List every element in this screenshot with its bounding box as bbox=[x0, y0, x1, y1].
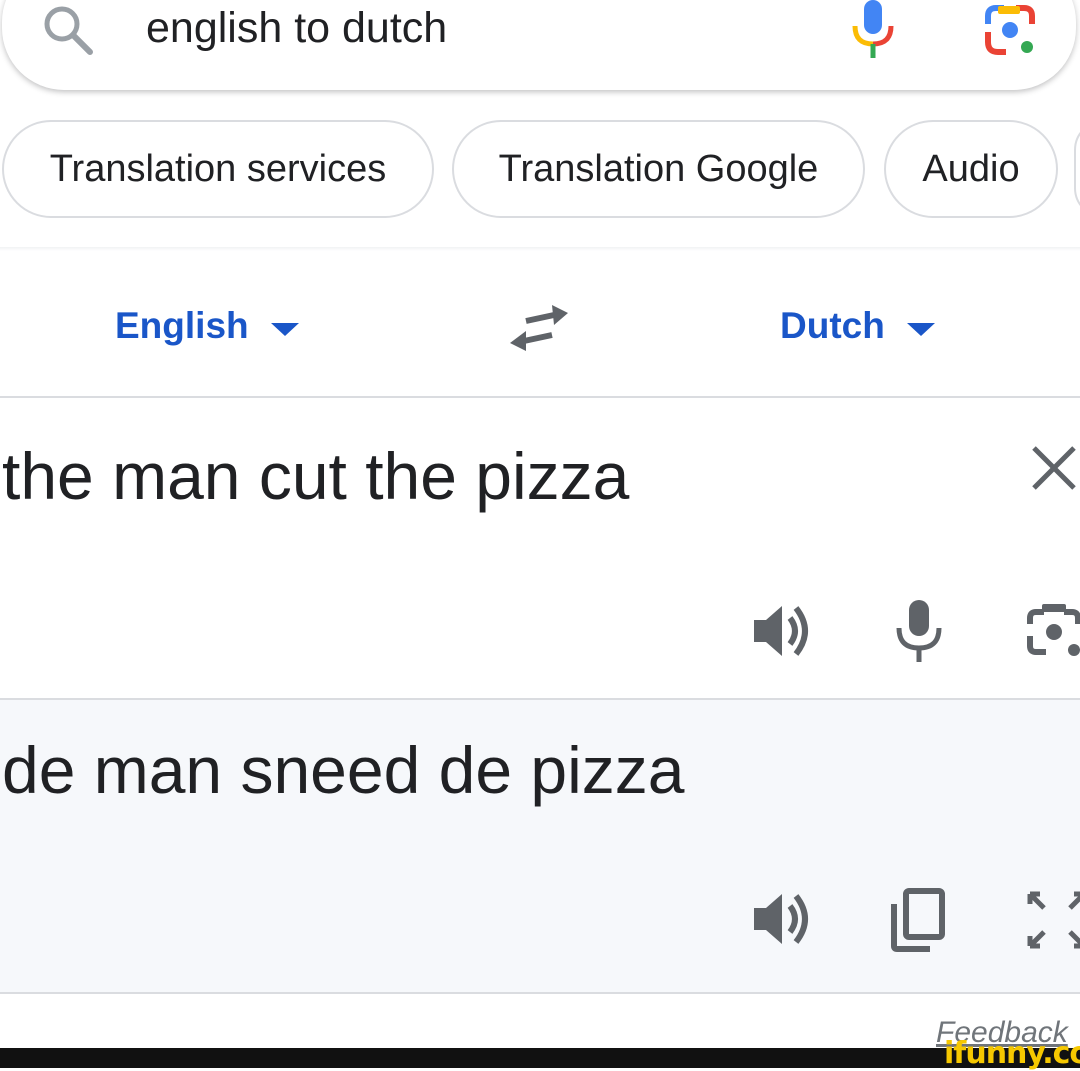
chip-audio[interactable]: Audio bbox=[884, 120, 1058, 218]
chip-overflow[interactable] bbox=[1074, 120, 1080, 218]
watermark-logo: ifunny.co bbox=[944, 1036, 1080, 1071]
translated-text: de man sneed de pizza bbox=[2, 733, 685, 807]
chip-translation-services[interactable]: Translation services bbox=[2, 120, 434, 218]
chevron-down-icon bbox=[270, 322, 299, 336]
source-language-select[interactable]: English bbox=[115, 305, 299, 347]
source-language-label: English bbox=[115, 305, 249, 346]
lens-icon[interactable] bbox=[982, 2, 1038, 58]
expand-icon[interactable] bbox=[1026, 890, 1080, 950]
target-language-label: Dutch bbox=[780, 305, 885, 346]
mic-icon[interactable] bbox=[850, 0, 896, 60]
swap-icon[interactable] bbox=[508, 303, 570, 353]
target-language-select[interactable]: Dutch bbox=[780, 305, 935, 347]
camera-icon[interactable] bbox=[1024, 602, 1080, 660]
search-icon[interactable] bbox=[40, 2, 96, 58]
mic-icon[interactable] bbox=[895, 600, 943, 662]
speaker-icon[interactable] bbox=[752, 890, 814, 948]
chip-translation-google[interactable]: Translation Google bbox=[452, 120, 865, 218]
copy-icon[interactable] bbox=[888, 888, 946, 952]
divider bbox=[0, 396, 1080, 398]
chevron-down-icon bbox=[906, 322, 935, 336]
clear-icon[interactable] bbox=[1030, 444, 1078, 492]
speaker-icon[interactable] bbox=[752, 602, 814, 660]
bottom-bar bbox=[0, 1048, 1080, 1068]
chips-divider bbox=[0, 247, 1080, 251]
source-text-input[interactable]: the man cut the pizza bbox=[2, 436, 629, 516]
search-input[interactable]: english to dutch bbox=[146, 2, 447, 54]
